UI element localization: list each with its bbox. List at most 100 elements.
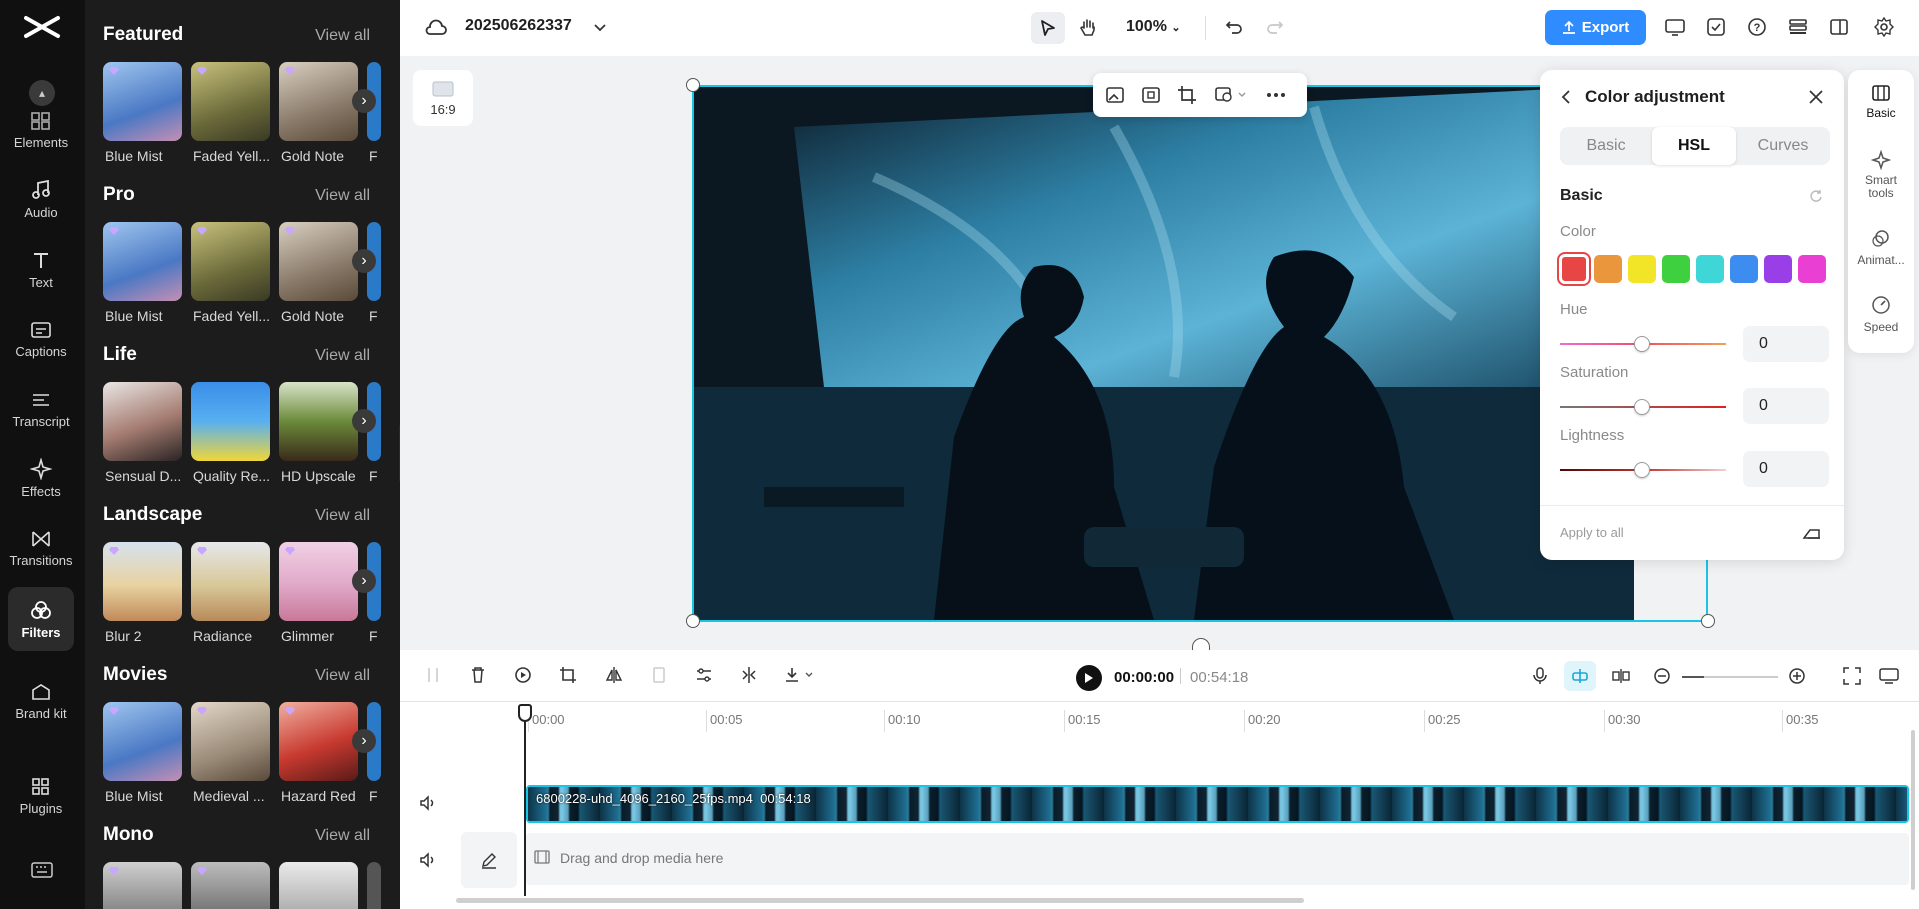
tab-hsl[interactable]: HSL bbox=[1652, 127, 1736, 165]
reset-icon[interactable] bbox=[1808, 188, 1824, 204]
filter-thumb[interactable] bbox=[103, 862, 182, 909]
tab-basic[interactable]: Basic bbox=[1564, 127, 1648, 165]
remove-background-icon[interactable] bbox=[1211, 83, 1251, 107]
right-tab-animation[interactable]: Animat... bbox=[1848, 228, 1914, 267]
filter-thumb[interactable] bbox=[103, 382, 182, 461]
filter-thumb[interactable] bbox=[191, 542, 270, 621]
filter-thumb[interactable] bbox=[279, 542, 358, 621]
play-button[interactable] bbox=[1076, 665, 1102, 691]
review-icon[interactable] bbox=[1703, 14, 1729, 40]
swatch-magenta[interactable] bbox=[1798, 255, 1826, 283]
right-tab-smart-tools[interactable]: Smart tools bbox=[1848, 150, 1914, 200]
horizontal-scrollbar[interactable] bbox=[456, 898, 1304, 903]
swatch-green[interactable] bbox=[1662, 255, 1690, 283]
scroll-right-arrow-icon[interactable]: › bbox=[352, 569, 376, 593]
filter-thumb[interactable] bbox=[279, 382, 358, 461]
trim-icon[interactable] bbox=[738, 664, 760, 686]
loop-icon[interactable] bbox=[512, 664, 534, 686]
select-tool-button[interactable] bbox=[1031, 12, 1065, 44]
filter-thumb[interactable] bbox=[191, 222, 270, 301]
swatch-orange[interactable] bbox=[1594, 255, 1622, 283]
filter-thumb[interactable] bbox=[103, 222, 182, 301]
playhead-handle[interactable] bbox=[518, 704, 532, 722]
swatch-cyan[interactable] bbox=[1696, 255, 1724, 283]
rail-transcript[interactable]: Transcript bbox=[8, 377, 74, 441]
view-all-link[interactable]: View all bbox=[315, 507, 370, 525]
swatch-yellow[interactable] bbox=[1628, 255, 1656, 283]
rail-plugins[interactable]: Plugins bbox=[8, 764, 74, 828]
flip-icon[interactable] bbox=[603, 664, 625, 686]
rail-elements[interactable]: Elements bbox=[8, 98, 74, 162]
split-scene-icon[interactable] bbox=[1610, 665, 1632, 687]
resize-handle[interactable] bbox=[686, 78, 700, 92]
download-icon[interactable] bbox=[782, 664, 818, 686]
microphone-icon[interactable] bbox=[1529, 665, 1551, 687]
scroll-right-arrow-icon[interactable]: › bbox=[352, 89, 376, 113]
zoom-out-icon[interactable] bbox=[1651, 665, 1673, 687]
rail-transitions[interactable]: Transitions bbox=[8, 516, 74, 580]
adjust-icon[interactable] bbox=[693, 664, 715, 686]
rail-captions[interactable]: Captions bbox=[8, 307, 74, 371]
saturation-slider-knob[interactable] bbox=[1634, 399, 1650, 415]
filter-thumb[interactable] bbox=[279, 702, 358, 781]
swatch-red[interactable] bbox=[1557, 252, 1591, 286]
export-button[interactable]: Export bbox=[1545, 10, 1646, 45]
filter-thumb[interactable] bbox=[279, 862, 358, 909]
undo-icon[interactable] bbox=[1221, 14, 1247, 40]
filter-thumb[interactable] bbox=[103, 702, 182, 781]
eraser-icon[interactable] bbox=[1800, 523, 1824, 543]
hand-tool-button[interactable] bbox=[1072, 12, 1104, 44]
filter-thumb[interactable] bbox=[191, 702, 270, 781]
chevron-down-icon[interactable] bbox=[590, 18, 610, 38]
fit-icon[interactable] bbox=[1139, 83, 1163, 107]
swatch-purple[interactable] bbox=[1764, 255, 1792, 283]
right-tab-basic[interactable]: Basic bbox=[1848, 84, 1914, 120]
hue-input[interactable]: 0 bbox=[1743, 326, 1829, 362]
video-clip[interactable]: 6800228-uhd_4096_2160_25fps.mp4 00:54:18 bbox=[526, 785, 1909, 823]
zoom-select[interactable]: 100% ⌄ bbox=[1126, 18, 1181, 36]
zoom-slider[interactable] bbox=[1682, 676, 1778, 678]
help-icon[interactable]: ? bbox=[1744, 14, 1770, 40]
drop-zone[interactable]: Drag and drop media here bbox=[526, 833, 1909, 885]
view-all-link[interactable]: View all bbox=[315, 827, 370, 845]
scroll-right-arrow-icon[interactable]: › bbox=[352, 409, 376, 433]
filter-thumb[interactable] bbox=[367, 862, 381, 909]
resize-handle[interactable] bbox=[1701, 614, 1715, 628]
view-all-link[interactable]: View all bbox=[315, 27, 370, 45]
lightness-input[interactable]: 0 bbox=[1743, 451, 1829, 487]
close-icon[interactable] bbox=[1806, 87, 1826, 107]
view-all-link[interactable]: View all bbox=[315, 187, 370, 205]
swatch-blue[interactable] bbox=[1730, 255, 1758, 283]
view-all-link[interactable]: View all bbox=[315, 667, 370, 685]
present-icon[interactable] bbox=[1662, 14, 1688, 40]
delete-icon[interactable] bbox=[467, 664, 489, 686]
settings-gear-icon[interactable] bbox=[1871, 14, 1897, 40]
vertical-scrollbar[interactable] bbox=[1911, 730, 1915, 890]
saturation-input[interactable]: 0 bbox=[1743, 388, 1829, 424]
filter-thumb[interactable] bbox=[103, 62, 182, 141]
capcut-logo[interactable] bbox=[22, 12, 62, 47]
more-options-icon[interactable] bbox=[1261, 83, 1291, 107]
filter-thumb[interactable] bbox=[191, 862, 270, 909]
filter-thumb[interactable] bbox=[279, 62, 358, 141]
scroll-right-arrow-icon[interactable]: › bbox=[352, 729, 376, 753]
track-volume-icon[interactable] bbox=[417, 792, 439, 814]
rail-text[interactable]: Text bbox=[8, 237, 74, 301]
apply-to-all-button[interactable]: Apply to all bbox=[1560, 525, 1624, 540]
rail-filters[interactable]: Filters bbox=[8, 587, 74, 651]
lightness-slider-knob[interactable] bbox=[1634, 462, 1650, 478]
hue-slider-knob[interactable] bbox=[1634, 336, 1650, 352]
rail-audio[interactable]: Audio bbox=[8, 167, 74, 231]
filter-thumb[interactable] bbox=[191, 62, 270, 141]
rail-effects[interactable]: Effects bbox=[8, 446, 74, 510]
filter-thumb[interactable] bbox=[279, 222, 358, 301]
freeze-icon[interactable] bbox=[648, 664, 670, 686]
filter-thumb[interactable] bbox=[103, 542, 182, 621]
aspect-ratio-button[interactable]: 16:9 bbox=[413, 70, 473, 126]
layout-panel-icon[interactable] bbox=[1826, 14, 1852, 40]
back-chevron-icon[interactable] bbox=[1558, 87, 1574, 107]
project-name[interactable]: 202506262337 bbox=[465, 17, 572, 35]
rotate-handle[interactable] bbox=[1192, 638, 1210, 650]
replace-media-icon[interactable] bbox=[1103, 83, 1127, 107]
magnet-snap-icon[interactable] bbox=[1564, 661, 1596, 691]
